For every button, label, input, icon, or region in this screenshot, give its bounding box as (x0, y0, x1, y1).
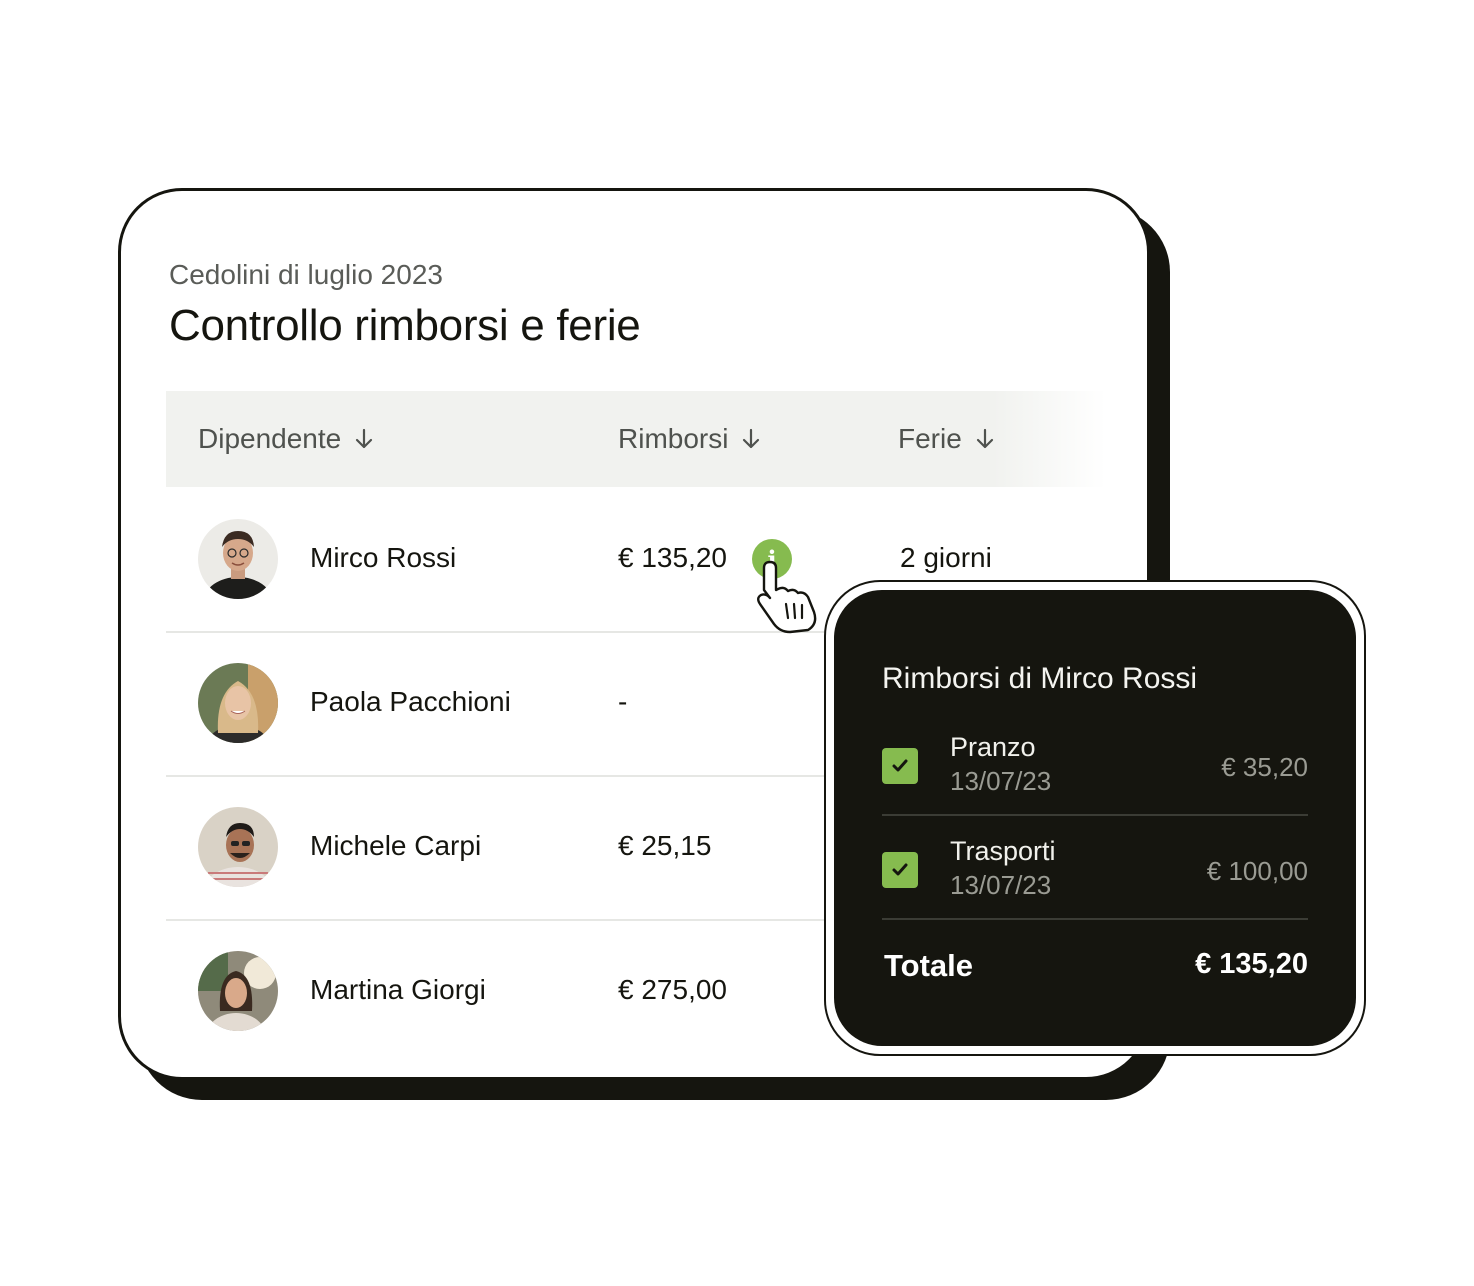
item-checkbox[interactable] (882, 852, 918, 888)
total-value: € 135,20 (1195, 948, 1308, 980)
reimbursement-amount: € 135,20 (618, 542, 727, 573)
column-header-holidays-label: Ferie (898, 423, 962, 454)
employee-name: Michele Carpi (310, 830, 482, 861)
reimbursement-item: Pranzo 13/07/23 € 35,20 (882, 718, 1308, 816)
popup-title: Rimborsi di Mirco Rossi (882, 662, 1198, 695)
item-date: 13/07/23 (950, 870, 1052, 900)
item-amount: € 35,20 (1221, 752, 1308, 782)
avatar (198, 951, 278, 1031)
employee-name: Mirco Rossi (310, 542, 457, 573)
column-header-employee-label: Dipendente (198, 423, 342, 454)
employee-name: Paola Pacchioni (310, 686, 511, 717)
table-header: Dipendente Rimborsi Ferie (166, 391, 1106, 487)
employee-name: Martina Giorgi (310, 974, 486, 1005)
hand-pointer-icon (757, 560, 817, 634)
avatar (198, 519, 278, 599)
column-header-reimbursements-label: Rimborsi (618, 423, 729, 454)
item-amount: € 100,00 (1206, 856, 1308, 886)
arrow-down-icon (356, 428, 373, 449)
total-label: Totale (884, 948, 973, 983)
reimbursement-amount: € 25,15 (618, 830, 712, 861)
avatar (198, 807, 278, 887)
holidays-value: 2 giorni (900, 542, 992, 573)
card-subtitle: Cedolini di luglio 2023 (169, 259, 443, 290)
column-header-employee[interactable]: Dipendente (198, 423, 373, 455)
column-header-holidays[interactable]: Ferie (898, 423, 994, 455)
avatar (198, 663, 278, 743)
item-checkbox[interactable] (882, 748, 918, 784)
check-icon (892, 759, 908, 772)
reimbursement-amount: - (618, 686, 628, 717)
column-header-reimbursements[interactable]: Rimborsi (618, 423, 760, 455)
arrow-down-icon (743, 428, 760, 449)
arrow-down-icon (976, 428, 993, 449)
reimbursement-details-popup: Rimborsi di Mirco Rossi Pranzo 13/07/23 … (834, 590, 1356, 1046)
check-icon (892, 863, 908, 876)
item-label: Pranzo (950, 732, 1036, 762)
item-date: 13/07/23 (950, 766, 1052, 796)
reimbursement-amount: € 275,00 (618, 974, 727, 1005)
item-label: Trasporti (950, 836, 1056, 866)
reimbursement-item: Trasporti 13/07/23 € 100,00 (882, 822, 1308, 920)
card-title: Controllo rimborsi e ferie (169, 301, 641, 350)
